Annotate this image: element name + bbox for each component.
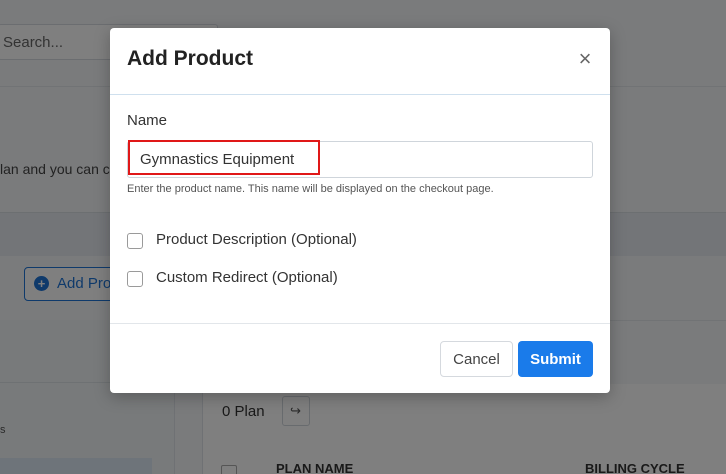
cancel-button[interactable]: Cancel (440, 341, 513, 377)
modal-footer-divider (110, 323, 610, 324)
modal-title: Add Product (127, 47, 253, 70)
submit-button[interactable]: Submit (518, 341, 593, 377)
name-help-text: Enter the product name. This name will b… (127, 183, 494, 195)
product-description-checkbox[interactable] (127, 233, 143, 249)
custom-redirect-label: Custom Redirect (Optional) (156, 269, 338, 286)
add-product-modal: Add Product × Name Enter the product nam… (110, 28, 610, 393)
name-label: Name (127, 112, 168, 129)
modal-header: Add Product × (110, 28, 610, 95)
product-name-input[interactable] (127, 141, 593, 178)
product-description-label: Product Description (Optional) (156, 231, 357, 248)
close-icon[interactable]: × (576, 48, 594, 70)
custom-redirect-checkbox[interactable] (127, 271, 143, 287)
